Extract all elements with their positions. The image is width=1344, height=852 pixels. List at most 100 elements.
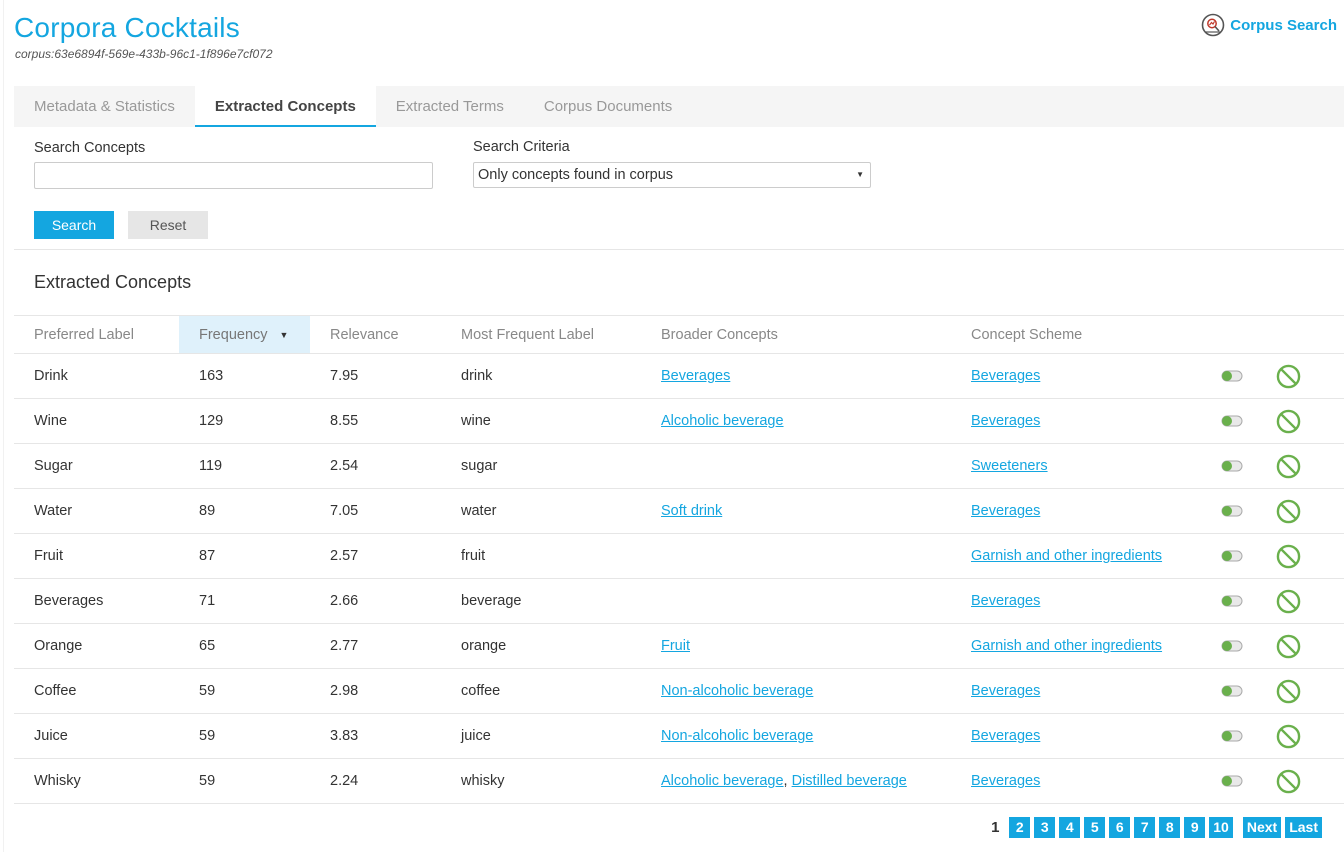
toggle-icon[interactable] [1221,505,1243,517]
page-link-2[interactable]: 2 [1009,817,1031,838]
ban-icon[interactable] [1276,454,1301,479]
table-row: Coffee 59 2.98 coffee Non-alcoholic beverage… [14,668,1344,714]
search-criteria-select[interactable]: Only concepts found in corpus ▼ [473,162,871,188]
column-header-relevance[interactable]: Relevance [310,315,441,354]
broader-concept-link[interactable]: Fruit [661,638,690,654]
tab-extracted-terms[interactable]: Extracted Terms [376,86,524,127]
broader-concept-link[interactable]: Beverages [661,368,730,384]
ban-icon[interactable] [1276,544,1301,569]
page-next-button[interactable]: Next [1242,817,1282,838]
concept-scheme-link[interactable]: Beverages [971,503,1040,519]
column-header-concept-scheme[interactable]: Concept Scheme [951,315,1221,354]
sort-desc-icon: ▼ [279,329,289,340]
concept-scheme-link[interactable]: Beverages [971,773,1040,789]
cell-most-frequent-label: juice [441,713,641,759]
page-link-8[interactable]: 8 [1159,817,1181,838]
ban-icon[interactable] [1276,634,1301,659]
column-header-frequency[interactable]: Frequency ▼ [179,315,310,354]
toggle-icon[interactable] [1221,415,1243,427]
table-row: Whisky 59 2.24 whisky Alcoholic beverage, Di… [14,758,1344,804]
broader-concept-link[interactable]: Soft drink [661,503,722,519]
toggle-icon[interactable] [1221,595,1243,607]
cell-most-frequent-label: beverage [441,578,641,624]
tab-metadata-statistics[interactable]: Metadata & Statistics [14,86,195,127]
corpus-search-link[interactable]: Corpus Search [1201,13,1337,37]
cell-toggle [1221,398,1268,444]
cell-ban [1268,758,1344,804]
corpus-search-label[interactable]: Corpus Search [1230,17,1337,34]
cell-concept-scheme: Garnish and other ingredients [951,533,1221,579]
page-left-border [3,0,4,852]
table-row: Water 89 7.05 water Soft drink Beverages [14,488,1344,534]
search-concepts-input[interactable] [34,162,433,189]
toggle-icon[interactable] [1221,775,1243,787]
broader-concept-link[interactable]: Alcoholic beverage [661,773,784,789]
table-header-row: Preferred Label Frequency ▼ Relevance Mos… [14,315,1344,354]
ban-icon[interactable] [1276,409,1301,434]
page-link-4[interactable]: 4 [1059,817,1081,838]
concept-scheme-link[interactable]: Beverages [971,728,1040,744]
cell-preferred-label: Coffee [14,668,179,714]
cell-concept-scheme: Beverages [951,353,1221,399]
concept-scheme-link[interactable]: Beverages [971,368,1040,384]
cell-relevance: 2.77 [310,623,441,669]
reset-button[interactable]: Reset [128,211,208,239]
ban-icon[interactable] [1276,769,1301,794]
cell-toggle [1221,668,1268,714]
broader-separator: , [783,773,792,789]
page-link-9[interactable]: 9 [1184,817,1206,838]
toggle-icon[interactable] [1221,640,1243,652]
ban-icon[interactable] [1276,724,1301,749]
page-last-button[interactable]: Last [1285,817,1322,838]
toggle-icon[interactable] [1221,685,1243,697]
cell-toggle [1221,443,1268,489]
column-header-broader-concepts[interactable]: Broader Concepts [641,315,951,354]
tab-corpus-documents[interactable]: Corpus Documents [524,86,692,127]
cell-relevance: 2.98 [310,668,441,714]
page-link-5[interactable]: 5 [1084,817,1106,838]
page-link-7[interactable]: 7 [1134,817,1156,838]
search-concepts-label: Search Concepts [34,140,146,156]
concept-scheme-link[interactable]: Garnish and other ingredients [971,638,1162,654]
broader-concept-link[interactable]: Non-alcoholic beverage [661,683,813,699]
cell-toggle [1221,578,1268,624]
cell-toggle [1221,623,1268,669]
broader-concept-link[interactable]: Alcoholic beverage [661,413,784,429]
cell-relevance: 3.83 [310,713,441,759]
cell-most-frequent-label: whisky [441,758,641,804]
page-link-3[interactable]: 3 [1034,817,1056,838]
ban-icon[interactable] [1276,364,1301,389]
ban-icon[interactable] [1276,679,1301,704]
search-button[interactable]: Search [34,211,114,239]
tab-extracted-concepts[interactable]: Extracted Concepts [194,86,376,127]
cell-frequency: 87 [179,533,310,579]
concept-scheme-link[interactable]: Sweeteners [971,458,1048,474]
page-link-6[interactable]: 6 [1109,817,1131,838]
concept-scheme-link[interactable]: Beverages [971,593,1040,609]
ban-icon[interactable] [1276,589,1301,614]
concept-scheme-link[interactable]: Beverages [971,413,1040,429]
cell-most-frequent-label: orange [441,623,641,669]
cell-most-frequent-label: wine [441,398,641,444]
page-link-10[interactable]: 10 [1209,817,1233,838]
broader-concept-link[interactable]: Distilled beverage [792,773,907,789]
toggle-icon[interactable] [1221,460,1243,472]
concept-scheme-link[interactable]: Garnish and other ingredients [971,548,1162,564]
column-header-most-frequent-label[interactable]: Most Frequent Label [441,315,641,354]
cell-broader-concepts: Fruit [641,623,951,669]
cell-ban [1268,713,1344,759]
toggle-icon[interactable] [1221,370,1243,382]
column-header-preferred-label[interactable]: Preferred Label [14,315,179,354]
chart-search-icon [1201,13,1225,37]
broader-concept-link[interactable]: Non-alcoholic beverage [661,728,813,744]
toggle-icon[interactable] [1221,730,1243,742]
toggle-icon[interactable] [1221,550,1243,562]
cell-frequency: 89 [179,488,310,534]
section-divider [14,249,1344,250]
cell-most-frequent-label: sugar [441,443,641,489]
dropdown-caret-icon: ▼ [856,170,864,179]
ban-icon[interactable] [1276,499,1301,524]
cell-broader-concepts [641,578,951,624]
concept-scheme-link[interactable]: Beverages [971,683,1040,699]
cell-frequency: 163 [179,353,310,399]
